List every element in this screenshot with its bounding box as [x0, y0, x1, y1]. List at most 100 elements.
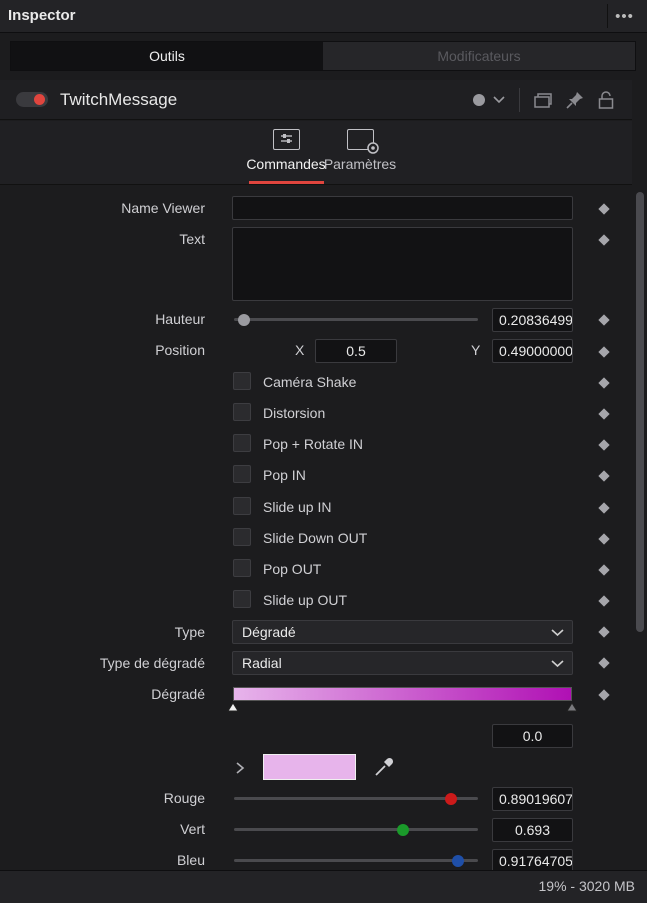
- text-label: Text: [179, 231, 205, 247]
- keyframe-icon[interactable]: [598, 470, 610, 482]
- inspector-tabs: Outils Modificateurs: [10, 41, 636, 71]
- keyframe-icon[interactable]: [598, 595, 610, 607]
- color-swatch[interactable]: [263, 754, 356, 780]
- type-value: Dégradé: [242, 624, 296, 640]
- rouge-slider-knob[interactable]: [445, 793, 458, 805]
- tab-commandes-label: Commandes: [246, 156, 326, 172]
- chevron-down-icon: [551, 660, 564, 668]
- rouge-label: Rouge: [163, 790, 205, 806]
- checkbox-slide-up-out[interactable]: [233, 590, 251, 608]
- node-enable-toggle[interactable]: [16, 92, 48, 107]
- more-dots-icon[interactable]: •••: [607, 4, 641, 28]
- checkbox-label: Slide Down OUT: [263, 530, 368, 546]
- keyframe-icon[interactable]: [598, 346, 610, 358]
- divider: [519, 88, 520, 112]
- checkbox-label: Pop OUT: [263, 561, 322, 577]
- chevron-down-icon: [493, 96, 505, 104]
- color-label-dropdown[interactable]: [473, 94, 505, 106]
- vert-label: Vert: [180, 821, 205, 837]
- checkbox-label: Pop IN: [263, 467, 306, 483]
- keyframe-icon[interactable]: [598, 377, 610, 389]
- vert-value[interactable]: 0.693: [492, 818, 573, 842]
- position-y-input[interactable]: 0.49000000: [492, 339, 573, 363]
- chevron-down-icon: [551, 629, 564, 637]
- pin-icon[interactable]: [566, 91, 584, 109]
- vert-slider-knob[interactable]: [397, 824, 410, 836]
- color-dot-icon: [473, 94, 485, 106]
- type-dropdown[interactable]: Dégradé: [232, 620, 573, 644]
- rouge-slider[interactable]: [234, 797, 478, 800]
- gradient-bar[interactable]: [233, 687, 572, 701]
- node-header-icons: [473, 88, 614, 112]
- eyedropper-icon[interactable]: [373, 756, 395, 778]
- type-degrade-value: Radial: [242, 655, 282, 671]
- position-x-label: X: [295, 342, 305, 358]
- panel-title: Inspector: [8, 7, 76, 24]
- keyframe-icon[interactable]: [598, 689, 610, 701]
- settings-gear-icon: [346, 129, 379, 154]
- subtabs-bar: Commandes Paramètres: [0, 121, 632, 185]
- bleu-label: Bleu: [176, 852, 205, 868]
- keyframe-icon[interactable]: [598, 234, 610, 246]
- checkbox-label: Caméra Shake: [263, 374, 357, 390]
- keyframe-icon[interactable]: [598, 626, 610, 638]
- memory-status: 19% - 3020 MB: [538, 878, 636, 894]
- hauteur-slider-knob[interactable]: [237, 314, 250, 326]
- node-name: TwitchMessage: [60, 90, 178, 109]
- checkbox-pop-rotate-in[interactable]: [233, 434, 251, 452]
- hauteur-value[interactable]: 0.20836499: [492, 308, 573, 332]
- hauteur-slider[interactable]: [234, 318, 478, 321]
- versions-icon[interactable]: [534, 92, 552, 108]
- type-degrade-dropdown[interactable]: Radial: [232, 651, 573, 675]
- checkbox-slide-up-in[interactable]: [233, 497, 251, 515]
- checkbox-pop-in[interactable]: [233, 465, 251, 483]
- keyframe-icon[interactable]: [598, 564, 610, 576]
- status-bar: 19% - 3020 MB: [0, 870, 647, 903]
- bleu-slider-knob[interactable]: [451, 855, 464, 867]
- checkbox-slide-down-out[interactable]: [233, 528, 251, 546]
- position-x-input[interactable]: 0.5: [315, 339, 397, 363]
- degrade-label: Dégradé: [151, 686, 205, 702]
- keyframe-icon[interactable]: [598, 439, 610, 451]
- keyframe-icon[interactable]: [598, 408, 610, 420]
- text-input[interactable]: [232, 227, 573, 301]
- checkbox-label: Slide up IN: [263, 499, 332, 515]
- checkbox-label: Pop + Rotate IN: [263, 436, 364, 452]
- lock-icon[interactable]: [598, 91, 614, 109]
- tab-commandes[interactable]: Commandes: [246, 129, 326, 172]
- keyframe-icon[interactable]: [598, 502, 610, 514]
- scrollbar-thumb[interactable]: [636, 192, 644, 632]
- bleu-slider[interactable]: [234, 859, 478, 862]
- active-tab-underline: [249, 181, 324, 184]
- name-viewer-input[interactable]: [232, 196, 573, 220]
- node-header: TwitchMessage: [0, 80, 632, 120]
- tab-modificateurs[interactable]: Modificateurs: [323, 42, 635, 70]
- position-y-label: Y: [471, 342, 481, 358]
- vert-slider[interactable]: [234, 828, 478, 831]
- checkbox-camera-shake[interactable]: [233, 372, 251, 390]
- scrollbar[interactable]: [633, 186, 647, 870]
- keyframe-icon[interactable]: [598, 314, 610, 326]
- gradient-stop-start[interactable]: [227, 702, 239, 712]
- checkbox-pop-out[interactable]: [233, 559, 251, 577]
- checkbox-label: Distorsion: [263, 405, 326, 421]
- keyframe-icon[interactable]: [598, 203, 610, 215]
- type-label: Type: [174, 624, 205, 640]
- type-degrade-label: Type de dégradé: [99, 655, 205, 671]
- gradient-stop-end[interactable]: [566, 702, 578, 712]
- rouge-value[interactable]: 0.89019607: [492, 787, 573, 811]
- inspector-titlebar: Inspector •••: [0, 0, 647, 33]
- sliders-icon: [272, 129, 300, 150]
- chevron-right-icon[interactable]: [235, 761, 245, 775]
- toggle-dot: [34, 94, 45, 105]
- tab-parametres[interactable]: Paramètres: [320, 129, 400, 172]
- keyframe-icon[interactable]: [598, 657, 610, 669]
- tab-outils[interactable]: Outils: [11, 42, 323, 70]
- gradient-stop-position[interactable]: 0.0: [492, 724, 573, 748]
- name-viewer-label: Name Viewer: [121, 200, 205, 216]
- keyframe-icon[interactable]: [598, 533, 610, 545]
- checkbox-distorsion[interactable]: [233, 403, 251, 421]
- tab-parametres-label: Paramètres: [323, 156, 397, 172]
- checkbox-label: Slide up OUT: [263, 592, 348, 608]
- hauteur-label: Hauteur: [155, 311, 205, 327]
